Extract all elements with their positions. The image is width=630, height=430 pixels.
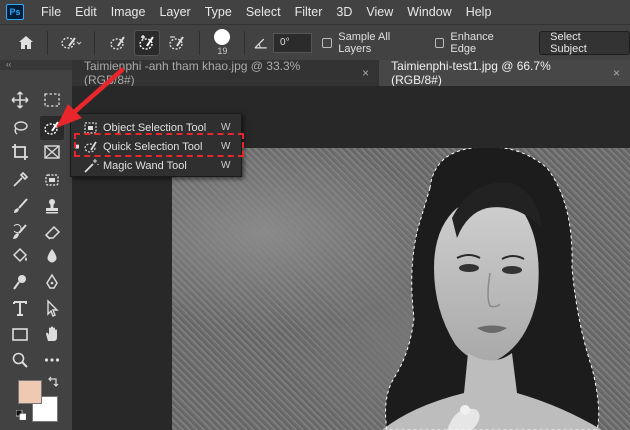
move-icon <box>11 91 29 109</box>
tool-preset-picker[interactable] <box>58 30 83 56</box>
menu-image[interactable]: Image <box>104 0 153 24</box>
document-canvas[interactable] <box>172 148 630 430</box>
add-selection-brush-icon <box>139 34 154 50</box>
blur-icon <box>47 249 57 263</box>
new-selection-brush-icon <box>109 35 125 50</box>
menu-help[interactable]: Help <box>459 0 499 24</box>
rectangle-tool[interactable] <box>8 322 32 346</box>
sample-all-layers-label: Sample All Layers <box>338 30 391 55</box>
pen-icon <box>46 273 58 289</box>
frame-icon <box>44 145 60 159</box>
menu-edit[interactable]: Edit <box>68 0 104 24</box>
portrait-photo <box>382 148 602 430</box>
object-selection-tool[interactable] <box>40 168 64 192</box>
zoom-icon <box>12 352 28 368</box>
annotation-arrow-icon <box>56 67 125 128</box>
default-colors-icon[interactable] <box>16 410 26 420</box>
type-tool[interactable] <box>8 296 32 320</box>
options-separator <box>47 30 49 55</box>
eraser-icon <box>44 225 61 240</box>
move-tool[interactable] <box>8 88 32 112</box>
flyout-item-label: Magic Wand Tool <box>103 159 187 172</box>
flyout-item-shortcut: W <box>221 160 231 171</box>
dodge-tool[interactable] <box>8 270 32 294</box>
history-brush-icon <box>13 224 27 239</box>
flyout-item-magic-wand[interactable]: Magic Wand Tool W <box>71 156 241 175</box>
quick-selection-icon <box>61 36 82 49</box>
crop-tool[interactable] <box>8 140 32 164</box>
options-separator <box>199 30 201 55</box>
flyout-item-shortcut: W <box>221 122 231 133</box>
eyedropper-icon <box>13 171 29 187</box>
crop-icon <box>12 144 28 160</box>
photoshop-logo-icon: Ps <box>6 4 24 20</box>
eyedropper-tool[interactable] <box>8 168 32 192</box>
subtract-from-selection-button[interactable] <box>164 30 189 56</box>
menu-filter[interactable]: Filter <box>288 0 330 24</box>
document-tab-active[interactable]: Taimienphi-test1.jpg @ 66.7% (RGB/8#) × <box>379 59 630 87</box>
options-bar: 19 0° Sample All Layers Enhance Edge Sel… <box>0 24 630 60</box>
clone-stamp-tool[interactable] <box>40 194 64 218</box>
menu-view[interactable]: View <box>359 0 400 24</box>
close-icon[interactable]: × <box>613 66 620 80</box>
hand-tool[interactable] <box>40 322 64 346</box>
options-separator <box>93 30 95 55</box>
menu-window[interactable]: Window <box>400 0 458 24</box>
eraser-tool[interactable] <box>40 220 64 244</box>
lasso-icon <box>14 121 28 135</box>
brush-tool[interactable] <box>8 194 32 218</box>
options-separator <box>244 30 246 55</box>
paint-bucket-icon <box>12 247 28 263</box>
dodge-icon <box>13 275 26 290</box>
angle-input[interactable]: 0° <box>273 32 313 53</box>
object-selection-icon <box>45 174 59 186</box>
menu-file[interactable]: File <box>34 0 68 24</box>
magic-wand-icon <box>84 158 99 173</box>
subtract-selection-brush-icon <box>168 35 184 50</box>
pen-tool[interactable] <box>40 270 64 294</box>
menu-select[interactable]: Select <box>239 0 288 24</box>
frame-tool[interactable] <box>40 140 64 164</box>
hand-icon <box>46 326 57 341</box>
brush-tip-icon <box>214 29 231 45</box>
angle-icon <box>254 38 268 49</box>
edit-toolbar-button[interactable] <box>40 348 64 372</box>
document-tab-bar: Taimienphi -anh tham khao.jpg @ 33.3% (R… <box>72 59 630 87</box>
enhance-edge-checkbox[interactable] <box>434 37 445 48</box>
zoom-tool[interactable] <box>8 348 32 372</box>
brush-size-value: 19 <box>217 46 228 56</box>
foreground-color-swatch[interactable] <box>18 380 42 404</box>
brush-icon <box>14 198 28 213</box>
home-button[interactable] <box>12 29 39 57</box>
add-to-selection-button[interactable] <box>134 29 160 56</box>
menu-type[interactable]: Type <box>198 0 239 24</box>
menu-layer[interactable]: Layer <box>152 0 197 24</box>
enhance-edge-label: Enhance Edge <box>450 30 494 55</box>
brush-size-picker[interactable]: 19 <box>214 29 231 56</box>
menu-bar: Ps File Edit Image Layer Type Select Fil… <box>0 0 630 24</box>
rectangle-icon <box>12 328 28 341</box>
sample-all-layers-checkbox[interactable] <box>322 37 333 48</box>
menu-3d[interactable]: 3D <box>329 0 359 24</box>
path-selection-icon <box>47 299 59 317</box>
blur-tool[interactable] <box>40 244 64 268</box>
healing-brush-tool[interactable] <box>8 220 32 244</box>
paint-bucket-tool[interactable] <box>8 244 32 268</box>
path-selection-tool[interactable] <box>40 296 64 320</box>
stamp-icon <box>46 199 58 214</box>
close-icon[interactable]: × <box>362 66 369 80</box>
new-selection-button[interactable] <box>105 30 130 56</box>
highlight-box <box>74 133 244 157</box>
lasso-tool[interactable] <box>8 116 32 140</box>
home-icon <box>18 35 33 49</box>
type-icon <box>13 301 27 316</box>
swap-colors-icon[interactable] <box>46 376 60 390</box>
document-tab-label: Taimienphi-test1.jpg @ 66.7% (RGB/8#) <box>391 59 551 87</box>
more-icon <box>44 358 60 362</box>
select-subject-button[interactable]: Select Subject <box>539 30 630 55</box>
